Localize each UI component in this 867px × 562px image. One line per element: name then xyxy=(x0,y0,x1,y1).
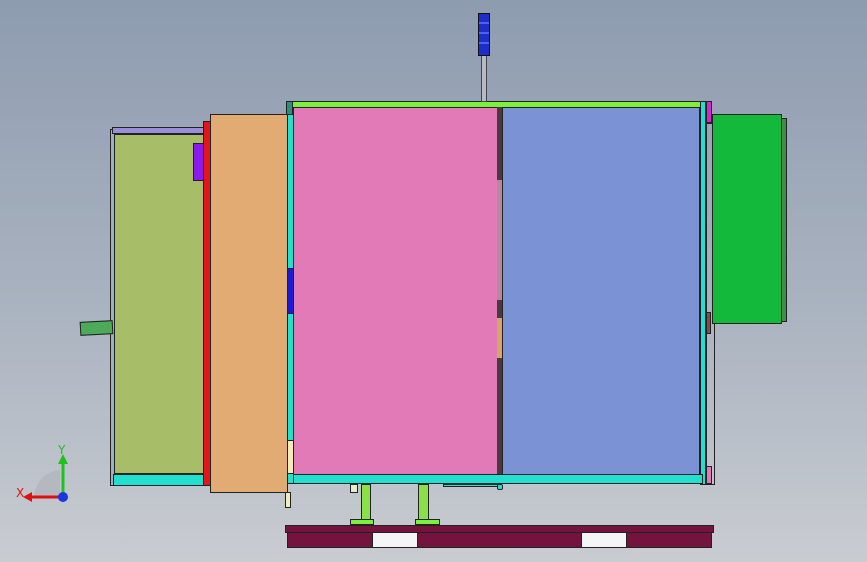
green-box[interactable] xyxy=(712,114,782,324)
pallet-block-middle xyxy=(417,532,582,548)
axis-y-label: Y xyxy=(58,443,66,457)
right-pink-tab xyxy=(706,466,712,484)
column-pin xyxy=(285,492,291,508)
pink-panel[interactable] xyxy=(293,107,498,475)
bottom-rail-left xyxy=(113,474,208,486)
bottom-rail-bracket xyxy=(443,484,498,487)
axis-x-label: X xyxy=(16,486,25,500)
x-axis-head xyxy=(23,492,32,502)
olive-panel[interactable] xyxy=(114,134,207,474)
pallet-gap-left xyxy=(372,532,418,548)
leg-small xyxy=(350,484,358,493)
tower-stem xyxy=(481,55,487,102)
orange-panel[interactable] xyxy=(210,114,288,493)
z-axis-dot xyxy=(58,492,68,502)
left-door-top-rail xyxy=(112,127,207,134)
leg-right xyxy=(418,484,429,520)
triad-plane-shading xyxy=(34,470,60,497)
green-box-side xyxy=(781,118,787,322)
blue-panel[interactable] xyxy=(502,107,700,475)
right-brown-tab xyxy=(706,312,711,334)
bottom-rail-bolt xyxy=(497,484,503,490)
signal-tower[interactable] xyxy=(478,13,490,56)
pallet-block-left xyxy=(287,532,373,548)
left-handle[interactable] xyxy=(79,320,114,336)
frame-bottom-rail xyxy=(293,474,703,484)
leg-left xyxy=(361,484,371,520)
pallet-gap-right xyxy=(581,532,627,548)
pallet-block-right xyxy=(626,532,712,548)
